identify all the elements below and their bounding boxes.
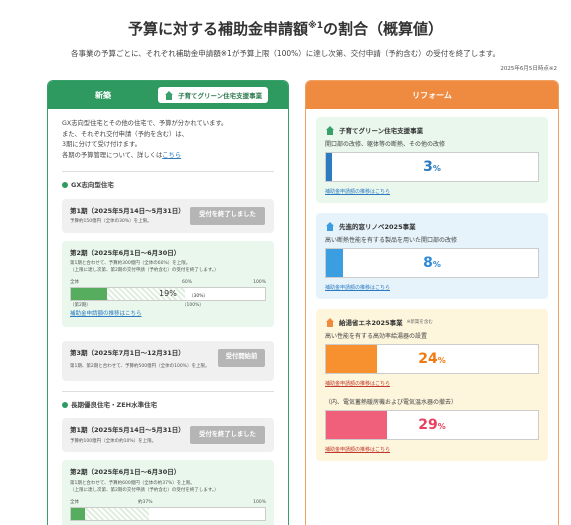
program-tag-label: 子育てグリーン住宅支援事業 <box>178 92 263 100</box>
intro-line-1: GX志向型住宅とその他の住宅で、予算が分かれています。 <box>62 120 228 127</box>
card-sub-percent: 29% <box>326 417 538 433</box>
new-build-label: 新築 <box>95 90 111 100</box>
card-title-text: 先進的窓リノベ2025事業 <box>339 223 416 231</box>
gx-phase1-status-button: 受付を終了しました <box>190 206 265 225</box>
card-percent-value: 3 <box>423 159 433 175</box>
long-section-heading: 長期優良住宅・ZEH水準住宅 <box>62 390 274 411</box>
bullet-icon <box>62 401 68 408</box>
under-left: （第2期） <box>70 303 91 308</box>
as-of-date: 2025年6月5日時点※2 <box>500 66 557 72</box>
card-progress-bar: 8% <box>325 248 539 278</box>
window-house-icon <box>325 221 335 231</box>
card-sub-percent-value: 29 <box>418 417 438 433</box>
card-percent-unit: % <box>432 164 441 173</box>
gx-phase3: 第3期（2025年7月1日〜12月31日） 第1期、第2期と合わせて、予算約50… <box>62 340 274 381</box>
gx-percent-value: 19 <box>159 289 170 298</box>
card-title: 給湯省エネ2025事業 ※新築を含む <box>325 317 539 327</box>
card-title: 子育てグリーン住宅支援事業 <box>325 125 539 135</box>
gx-phase1: 第1期（2025年5月14日〜5月31日） 予算約150億円（全体の30%）を上… <box>62 198 274 233</box>
gx-trend-link[interactable]: 補助金申請額の推移はこちら <box>70 311 142 317</box>
long-progress-labels: 全体 約37% 100% <box>70 498 266 506</box>
long-phase2-desc: 第1期と合わせて、予算約600億円（全体の約37%）を上限。 （上限に達し次第、第… <box>70 480 266 494</box>
gx-progress-labels: 全体 60% 100% <box>70 278 266 286</box>
intro-last-text: 各期の予算管理について、詳しくは <box>62 151 163 159</box>
gx-section-heading: GX志向型住宅 <box>62 171 274 191</box>
reform-card-window: 先進的窓リノベ2025事業 高い断熱性能を有する製品を用いた開口部の改修 8% … <box>316 213 548 299</box>
title-suffix: の割合（概算値） <box>323 20 444 38</box>
bullet-icon <box>62 182 68 189</box>
long-heading-text: 長期優良住宅・ZEH水準住宅 <box>71 400 158 409</box>
intro-line-2: また、それぞれ交付申請（予約を含む）は、 <box>62 130 188 138</box>
long-progress-fill <box>71 507 85 520</box>
long-phase2-desc1: 第1期と合わせて、予算約600億円（全体の約37%）を上限。 <box>70 480 195 486</box>
program-tag: 子育てグリーン住宅支援事業 <box>158 87 269 103</box>
reform-card-water-heater: 給湯省エネ2025事業 ※新築を含む 高い性能を有する高効率給湯器の設置 24% … <box>316 309 548 461</box>
house-icon <box>325 125 335 135</box>
long-phase1: 第1期（2025年5月14日〜5月31日） 予算約100億円（全体の約10%）を… <box>62 418 274 452</box>
long-phase1-status-button: 受付を終了しました <box>190 426 265 444</box>
gx-phase2-desc2: （上限に達し次第、第2期の交付申請（予約含む）の受付を終了します。） <box>70 268 219 273</box>
card-title: 先進的窓リノベ2025事業 <box>325 221 539 231</box>
card-percent-value: 8 <box>423 255 433 271</box>
card-trend-link[interactable]: 補助金申請額の推移はこちら <box>325 188 539 195</box>
gx-progress-fill <box>71 288 108 300</box>
card-desc: 開口部の改修、躯体等の断熱、その他の改修 <box>325 141 446 148</box>
card-progress-bar: 3% <box>325 152 539 182</box>
card-percent: 24% <box>326 351 538 367</box>
house-icon <box>164 90 174 100</box>
intro-line-3: 3期に分けて受け付けます。 <box>62 141 141 148</box>
gx-percent-unit: % <box>169 289 177 298</box>
long-phase2-title: 第2期（2025年6月1日〜6月30日） <box>70 468 181 476</box>
card-percent: 3% <box>326 159 538 175</box>
page-subtitle: 各事業の予算ごとに、それぞれ補助金申請額※1が予算上限（100%）に達し次第、交… <box>70 49 501 58</box>
long-progress-bar <box>70 506 266 521</box>
gx-phase2-desc: 第1期と合わせて、予算約300億円（全体の60%）を上限。 （上限に達し次第、第2… <box>70 260 266 274</box>
card-desc: 高い性能を有する高効率給湯器の設置 <box>325 333 428 340</box>
reform-card-kosodate: 子育てグリーン住宅支援事業 開口部の改修、躯体等の断熱、その他の改修 3% 補助… <box>316 117 548 203</box>
card-progress-bar: 24% <box>325 344 539 374</box>
long-phase2: 第2期（2025年6月1日〜6月30日） 第1期と合わせて、予算約600億円（全… <box>62 460 274 525</box>
card-percent-unit: % <box>432 260 441 269</box>
card-trend-link[interactable]: 補助金申請額の推移はこちら <box>325 380 539 387</box>
card-percent-unit: % <box>437 356 446 365</box>
long-phase2-desc2: （上限に達し次第、第2期の交付申請（予約含む）の受付を終了します。） <box>70 487 219 493</box>
gx-progress-under: （第2期） （100%） <box>70 301 266 309</box>
card-title-text: 子育てグリーン住宅支援事業 <box>339 127 424 135</box>
under-right: （100%） <box>182 303 204 308</box>
intro-line-4: 各期の予算管理について、詳しくはこちら <box>62 151 274 162</box>
long-progress-hatch <box>85 507 149 520</box>
gx-progress-percent: 19% <box>159 289 177 300</box>
budget-details-link[interactable]: こちら <box>162 152 181 159</box>
new-build-header: 新築 子育てグリーン住宅支援事業 <box>48 81 288 109</box>
card-percent-value: 24 <box>418 351 438 367</box>
card-trend-link[interactable]: 補助金申請額の推移はこちら <box>325 284 539 291</box>
reform-header: リフォーム <box>306 81 558 109</box>
gx-phase2: 第2期（2025年6月1日〜6月30日） 第1期と合わせて、予算約300億円（全… <box>62 240 274 327</box>
card-sub-progress-bar: 29% <box>325 410 539 440</box>
title-sup: ※1 <box>307 21 323 31</box>
gx-progress-bar: 19% （30%） <box>70 287 266 301</box>
gx-phase3-status-button: 受付開始前 <box>218 348 265 367</box>
card-desc: 高い断熱性能を有する製品を用いた開口部の改修 <box>325 237 458 244</box>
gx-phase2-title: 第2期（2025年6月1日〜6月30日） <box>70 248 181 257</box>
gx-phase2-desc1: 第1期と合わせて、予算約300億円（全体の60%）を上限。 <box>70 261 191 266</box>
card-note: ※新築を含む <box>406 320 433 325</box>
reform-panel: リフォーム 子育てグリーン住宅支援事業 開口部の改修、躯体等の断熱、その他の改修… <box>305 80 559 525</box>
card-sub-label: （内、電気蓄熱暖房機および電気温水器の撤去） <box>325 399 458 406</box>
title-main: 予算に対する補助金申請額 <box>127 20 308 38</box>
page-title: 予算に対する補助金申請額※1の割合（概算値） <box>0 18 571 39</box>
card-percent: 8% <box>326 255 538 271</box>
new-build-panel: 新築 子育てグリーン住宅支援事業 GX志向型住宅とその他の住宅で、予算が分かれて… <box>47 80 289 525</box>
card-title-text: 給湯省エネ2025事業 <box>339 319 403 327</box>
card-sub-percent-unit: % <box>437 422 446 431</box>
water-heater-icon <box>325 317 335 327</box>
card-sub-trend-link[interactable]: 補助金申請額の推移はこちら <box>325 446 539 453</box>
gx-heading-text: GX志向型住宅 <box>71 181 114 189</box>
